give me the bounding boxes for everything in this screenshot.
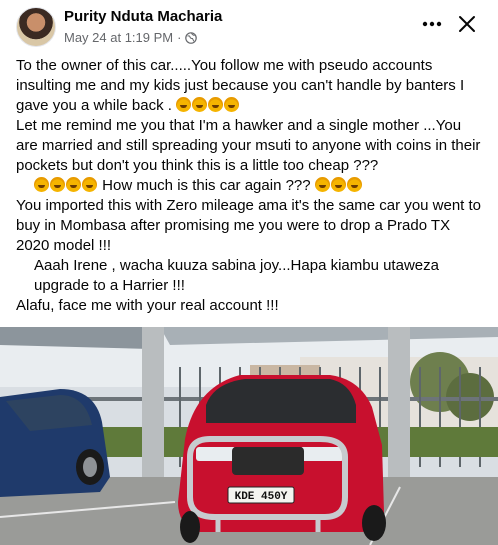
rolling-on-floor-laughing-emoji — [176, 97, 192, 112]
avatar[interactable] — [16, 7, 56, 47]
post-paragraph: To the owner of this car.....You follow … — [16, 56, 486, 116]
post-paragraph: How much is this car again ??? — [16, 176, 486, 196]
emoji-group — [176, 97, 240, 114]
paragraph-text: How much is this car again ??? — [102, 177, 311, 194]
rolling-on-floor-laughing-emoji — [314, 177, 330, 192]
post-timestamp[interactable]: May 24 at 1:19 PM — [64, 30, 173, 45]
post-header: Purity Nduta Macharia May 24 at 1:19 PM … — [0, 0, 498, 52]
paragraph-text: To the owner of this car.....You follow … — [16, 57, 465, 114]
post-paragraph: Let me remind me you that I'm a hawker a… — [16, 116, 486, 176]
emoji-group — [34, 177, 98, 194]
more-horizontal-icon — [422, 21, 442, 27]
license-plate: KDE 450Y — [235, 491, 288, 503]
paragraph-text: You imported this with Zero mileage ama … — [16, 197, 482, 254]
globe-icon[interactable] — [185, 31, 198, 44]
paragraph-text: Alafu, face me with your real account !!… — [16, 297, 279, 314]
post-meta: May 24 at 1:19 PM · — [64, 30, 198, 45]
post-paragraph: Alafu, face me with your real account !!… — [16, 296, 486, 316]
post-text: To the owner of this car.....You follow … — [16, 56, 486, 316]
rolling-on-floor-laughing-emoji — [192, 97, 208, 112]
paragraph-text: Let me remind me you that I'm a hawker a… — [16, 117, 481, 174]
rolling-on-floor-laughing-emoji — [208, 97, 224, 112]
emoji-group — [314, 177, 363, 194]
rolling-on-floor-laughing-emoji — [224, 97, 240, 112]
paragraph-text: Aaah Irene , wacha kuuza sabina joy...Ha… — [34, 257, 439, 294]
close-button[interactable] — [455, 12, 479, 36]
rolling-on-floor-laughing-emoji — [330, 177, 346, 192]
author-name[interactable]: Purity Nduta Macharia — [64, 8, 222, 25]
meta-separator: · — [177, 30, 182, 45]
post-paragraph: You imported this with Zero mileage ama … — [16, 196, 486, 256]
post-paragraph: Aaah Irene , wacha kuuza sabina joy...Ha… — [16, 256, 486, 296]
rolling-on-floor-laughing-emoji — [82, 177, 97, 192]
rolling-on-floor-laughing-emoji — [50, 177, 65, 192]
rolling-on-floor-laughing-emoji — [346, 177, 362, 192]
post-photo[interactable]: KDE 450Y — [0, 327, 498, 545]
close-icon — [459, 16, 475, 32]
more-options-button[interactable] — [420, 12, 444, 36]
rolling-on-floor-laughing-emoji — [34, 177, 49, 192]
rolling-on-floor-laughing-emoji — [66, 177, 81, 192]
